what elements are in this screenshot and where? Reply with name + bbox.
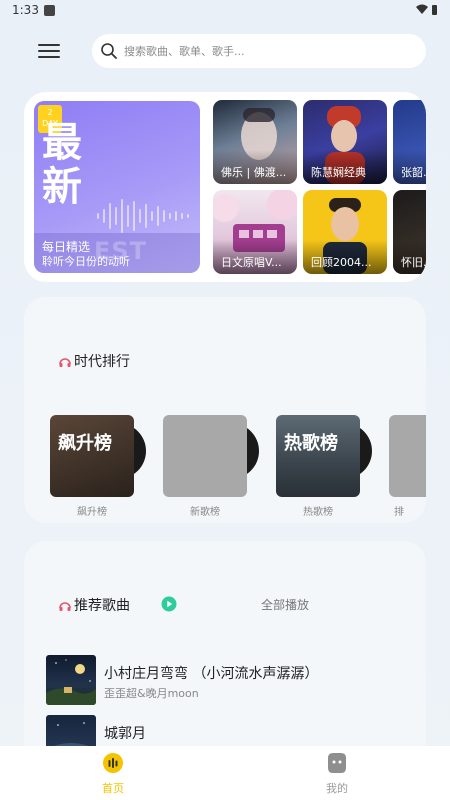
day-badge-number: 2 (47, 108, 53, 117)
playlist-tile[interactable]: 回顾2004... (303, 190, 387, 274)
playlist-label: 佛乐 | 佛渡... (213, 150, 297, 184)
song-cover-art (46, 659, 96, 705)
playlist-label: 怀旧... (393, 240, 426, 274)
playlist-label: 张韶... (393, 150, 426, 184)
rank-name: 新歌榜 (190, 507, 220, 518)
daily-picks-card[interactable]: 2 DAY 最新 EST 每日精选 聆听今日份的动听 (34, 101, 200, 273)
home-music-icon (103, 753, 123, 773)
wifi-icon (416, 4, 428, 14)
music-note-icon (59, 602, 71, 611)
ranking-title-row: 时代排行 (58, 351, 130, 371)
play-all-button[interactable]: 全部播放 (261, 596, 309, 613)
song-artist: 歪歪超&晚月moon (104, 687, 199, 700)
rank-name: 飙升榜 (77, 507, 107, 518)
playlist-tile[interactable]: 佛乐 | 佛渡... (213, 100, 297, 184)
nav-mine-label: 我的 (326, 782, 348, 795)
rank-item[interactable]: 热歌榜 热歌榜 (276, 415, 372, 518)
bottom-navigation: 首页 我的 (0, 746, 450, 800)
profile-face-icon (328, 753, 346, 773)
rank-cover: 飙升榜 (50, 415, 134, 497)
ranking-title: 时代排行 (74, 354, 130, 370)
search-icon (101, 43, 117, 59)
rank-item[interactable]: 排 (389, 415, 426, 518)
rank-cover (389, 415, 426, 497)
rank-cover-text: 热歌榜 (284, 433, 338, 454)
ranking-section: 时代排行 飙升榜 飙升榜 新歌榜 热歌榜 热歌榜 排 (24, 297, 426, 523)
rank-item[interactable]: 飙升榜 飙升榜 (50, 415, 146, 518)
playlist-label: 日文原唱V... (213, 240, 297, 274)
daily-big-text: 最新 (42, 120, 82, 210)
song-row[interactable]: 小村庄月弯弯 （小河流水声潺潺） 歪歪超&晚月moon (46, 655, 406, 707)
rank-name: 排 (394, 507, 404, 518)
search-bar[interactable] (92, 34, 426, 68)
rank-cover: 热歌榜 (276, 415, 360, 497)
playlist-label: 陈慧娴经典 (303, 150, 387, 184)
song-title: 城郭月 (104, 726, 146, 742)
playlist-tile[interactable]: 日文原唱V... (213, 190, 297, 274)
rank-cover (163, 415, 247, 497)
featured-banner: 2 DAY 最新 EST 每日精选 聆听今日份的动听 佛乐 | 佛渡... 陈慧… (24, 92, 426, 282)
status-time: 1:33 (12, 3, 39, 17)
recommended-section: 推荐歌曲 全部播放 小村庄月弯弯 （小河流水声潺潺） 歪歪超&晚月moon 城郭… (24, 541, 426, 781)
rank-cover-text: 飙升榜 (58, 433, 112, 454)
playlist-tile[interactable]: 张韶... (393, 100, 426, 184)
recommended-title-row: 推荐歌曲 (58, 595, 130, 615)
playlist-label: 回顾2004... (303, 240, 387, 274)
recommended-title: 推荐歌曲 (74, 598, 130, 614)
playlist-tile[interactable]: 陈慧娴经典 (303, 100, 387, 184)
song-cover (46, 655, 96, 705)
sound-wave-graphic (97, 199, 189, 233)
music-note-icon (59, 358, 71, 367)
status-bar: 1:33 (0, 0, 450, 22)
nav-mine-tab[interactable]: 我的 (297, 752, 377, 798)
battery-icon (432, 5, 437, 15)
menu-button[interactable] (36, 40, 62, 64)
rank-item[interactable]: 新歌榜 (163, 415, 259, 518)
rank-name: 热歌榜 (303, 507, 333, 518)
playlist-tile[interactable]: 怀旧... (393, 190, 426, 274)
daily-subtitle: 聆听今日份的动听 (42, 255, 130, 268)
play-circle-icon[interactable] (161, 596, 177, 612)
song-title: 小村庄月弯弯 （小河流水声潺潺） (104, 666, 319, 682)
search-input[interactable] (124, 44, 394, 58)
notification-app-icon (44, 5, 55, 16)
nav-home-label: 首页 (102, 782, 124, 795)
nav-home-tab[interactable]: 首页 (73, 752, 153, 798)
